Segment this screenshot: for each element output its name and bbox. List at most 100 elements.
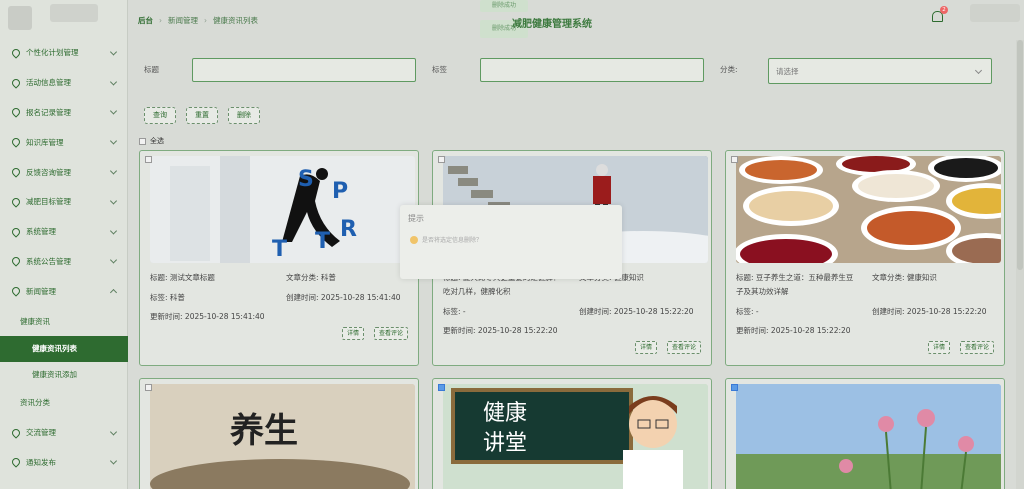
- delete-button[interactable]: 删除: [228, 107, 260, 124]
- sidebar-item-label: 个性化计划管理: [26, 48, 79, 58]
- news-card: 健康 讲堂: [432, 378, 712, 489]
- sidebar-item-goal[interactable]: 减肥目标管理: [0, 187, 128, 217]
- sidebar-item-label: 知识库管理: [26, 137, 64, 147]
- checkbox[interactable]: [145, 384, 152, 391]
- category-row: 文章分类: 健康知识: [872, 272, 937, 283]
- checkbox[interactable]: [139, 137, 146, 145]
- sidebar-item-health-list[interactable]: 健康资讯列表: [0, 335, 128, 362]
- confirm-dialog: 提示 是否将选定信息删除？: [400, 205, 622, 279]
- scrollbar-thumb[interactable]: [1017, 40, 1023, 270]
- field-label: 创建时间:: [579, 307, 612, 316]
- location-pin-icon: [10, 106, 22, 119]
- sidebar-item-health-add[interactable]: 健康资讯添加: [0, 362, 128, 388]
- svg-text:T: T: [315, 229, 330, 254]
- field-label: 更新时间:: [443, 326, 476, 335]
- article-title: 测试文章标题: [169, 273, 215, 282]
- article-tag: -: [462, 307, 466, 316]
- chevron-down-icon: [109, 256, 118, 265]
- dialog-body: 是否将选定信息删除？: [410, 235, 482, 244]
- chevron-down-icon: [109, 167, 118, 175]
- tag-label: 标签: [432, 65, 447, 74]
- location-pin-icon: [10, 285, 22, 297]
- article-image[interactable]: 健康 讲堂: [443, 384, 708, 489]
- chevron-down-icon: [109, 227, 118, 235]
- comments-button[interactable]: 查看评论: [374, 327, 409, 340]
- detail-button[interactable]: 详情: [635, 341, 658, 354]
- lecture-text-1: 健康: [483, 401, 527, 426]
- field-label: 创建时间:: [872, 307, 905, 316]
- sidebar-item-label: 反馈咨询管理: [26, 167, 71, 177]
- select-all[interactable]: 全选: [139, 136, 164, 146]
- title-row: 标题: 测试文章标题: [150, 272, 215, 283]
- category-label: 分类:: [720, 65, 738, 74]
- system-title: 减肥健康管理系统: [512, 19, 592, 30]
- created-time: 2025-10-28 15:22:20: [906, 307, 987, 316]
- sidebar-item-label: 减肥目标管理: [26, 197, 71, 207]
- tag-input[interactable]: [480, 58, 704, 82]
- sidebar-item-category[interactable]: 资讯分类: [0, 388, 128, 418]
- avatar[interactable]: [970, 4, 1020, 22]
- sidebar-item-label: 系统公告管理: [26, 256, 71, 266]
- detail-button[interactable]: 详情: [342, 327, 365, 340]
- dialog-message: 是否将选定信息删除？: [422, 237, 483, 244]
- checkbox[interactable]: [731, 384, 738, 391]
- toast-message: 删除成功: [480, 0, 528, 12]
- created-row: 创建时间: 2025-10-28 15:22:20: [872, 306, 987, 317]
- location-pin-icon: [10, 136, 22, 148]
- checkbox[interactable]: [438, 156, 445, 163]
- detail-button[interactable]: 详情: [928, 341, 951, 354]
- sidebar-item-exchange[interactable]: 交流管理: [0, 418, 128, 448]
- chevron-down-icon: [109, 107, 118, 116]
- category-select[interactable]: 请选择: [768, 58, 992, 84]
- location-pin-icon: [10, 426, 22, 439]
- sidebar-item-plan[interactable]: 个性化计划管理: [0, 38, 128, 68]
- chevron-down-icon: [109, 48, 118, 56]
- updated-row: 更新时间: 2025-10-28 15:22:20: [443, 325, 558, 336]
- article-image[interactable]: [736, 156, 1001, 263]
- breadcrumb-news[interactable]: 新闻管理: [168, 15, 198, 26]
- sidebar-item-feedback[interactable]: 反馈咨询管理: [0, 157, 128, 187]
- field-label: 更新时间:: [736, 326, 769, 335]
- select-all-label: 全选: [150, 137, 164, 145]
- field-label: 更新时间:: [150, 312, 183, 321]
- breadcrumb-home[interactable]: 后台: [138, 15, 153, 26]
- article-image[interactable]: S P R T T: [150, 156, 415, 263]
- checkbox[interactable]: [438, 384, 445, 391]
- scrollbar[interactable]: [1016, 40, 1024, 489]
- location-pin-icon: [10, 456, 22, 469]
- reset-button[interactable]: 重置: [186, 107, 218, 124]
- sidebar-item-signup[interactable]: 报名记录管理: [0, 98, 128, 128]
- location-pin-icon: [10, 226, 22, 238]
- location-pin-icon: [10, 77, 22, 89]
- article-tag: -: [755, 307, 759, 316]
- sidebar-item-notice[interactable]: 系统公告管理: [0, 247, 128, 277]
- article-image[interactable]: [736, 384, 1001, 489]
- comments-button[interactable]: 查看评论: [667, 341, 702, 354]
- dialog-title: 提示: [408, 214, 424, 223]
- checkbox[interactable]: [145, 156, 152, 163]
- updated-time: 2025-10-28 15:41:40: [184, 312, 265, 321]
- sidebar-item-system[interactable]: 系统管理: [0, 217, 128, 247]
- sidebar-sub-health[interactable]: 健康资讯: [0, 306, 128, 336]
- chevron-down-icon: [109, 137, 118, 145]
- article-image[interactable]: 养生: [150, 384, 415, 489]
- chevron-down-icon: [109, 428, 118, 436]
- sidebar-item-knowledge[interactable]: 知识库管理: [0, 127, 128, 157]
- comments-button[interactable]: 查看评论: [960, 341, 995, 354]
- title-row-2: 子及其功效详解: [736, 286, 789, 297]
- field-label: 创建时间:: [286, 293, 319, 302]
- title-input[interactable]: [192, 58, 416, 82]
- flower-illustration: [736, 384, 1001, 489]
- sidebar-item-news[interactable]: 新闻管理: [0, 276, 128, 306]
- sidebar-item-activity[interactable]: 活动信息管理: [0, 68, 128, 98]
- title-label: 标题: [144, 65, 159, 74]
- created-row: 创建时间: 2025-10-28 15:22:20: [579, 306, 694, 317]
- query-button[interactable]: 查询: [144, 107, 176, 124]
- checkbox[interactable]: [731, 156, 738, 163]
- sidebar-item-notify[interactable]: 通知发布: [0, 448, 128, 478]
- field-label: 标题:: [736, 273, 754, 282]
- article-tag: 科普: [169, 293, 185, 302]
- location-pin-icon: [10, 255, 22, 268]
- article-category: 科普: [320, 273, 336, 282]
- article-title-cont: 吃对几样，健脾化积: [443, 287, 511, 296]
